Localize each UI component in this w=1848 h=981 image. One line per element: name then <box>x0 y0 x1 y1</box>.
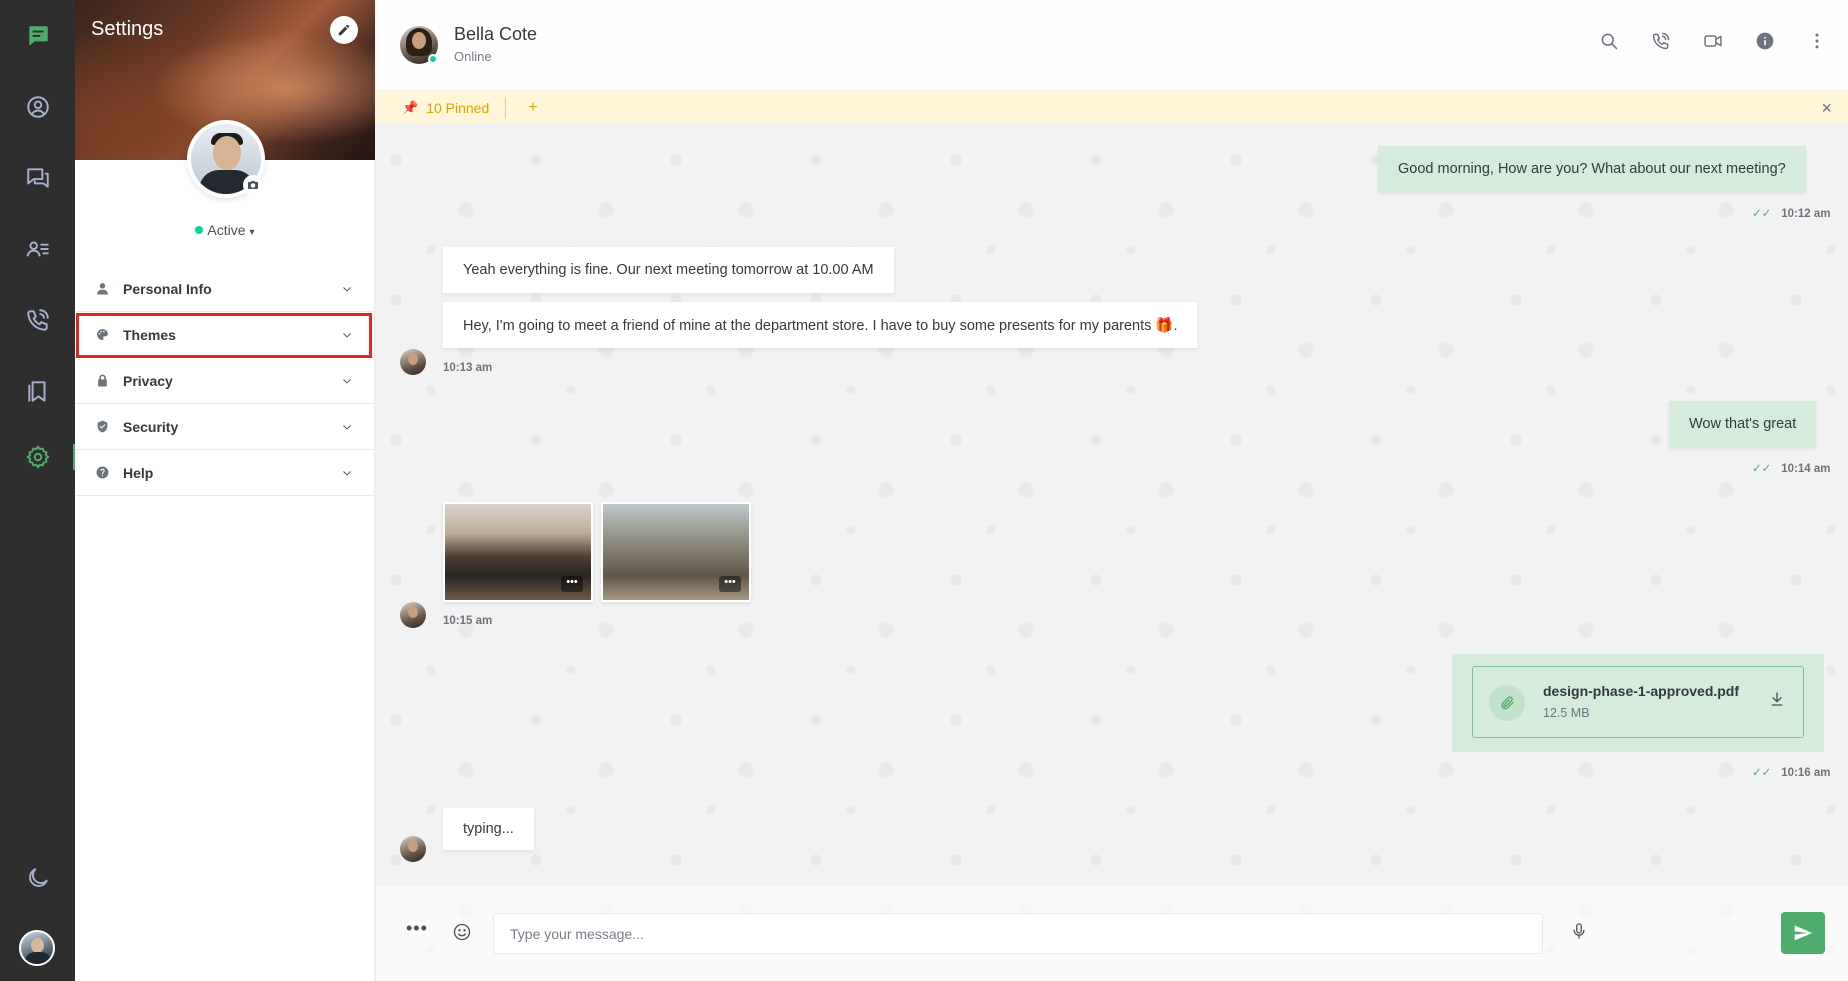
calls-icon[interactable] <box>18 300 58 340</box>
double-check-icon: ✓✓ <box>1752 463 1772 475</box>
contact-avatar-small <box>400 836 426 862</box>
message-composer: ••• <box>376 886 1848 981</box>
incoming-message[interactable]: Hey, I'm going to meet a friend of mine … <box>443 302 1198 348</box>
user-avatar[interactable] <box>19 930 55 966</box>
chevron-down-icon <box>341 282 355 296</box>
contact-status: Online <box>454 49 492 64</box>
outgoing-message[interactable]: Wow that's great <box>1669 401 1817 447</box>
voice-call-button[interactable] <box>1650 30 1672 52</box>
chat-conversation: Bella Cote Online 📌 10 Pinned + × Good m… <box>376 0 1848 981</box>
themes-highlight-box <box>76 313 372 358</box>
message-time: ✓✓ 10:14 am <box>1752 461 1831 475</box>
status-dropdown[interactable]: Active ▾ <box>75 222 375 238</box>
message-input[interactable] <box>493 913 1543 954</box>
outgoing-message[interactable]: Good morning, How are you? What about ou… <box>1378 146 1806 192</box>
double-check-icon: ✓✓ <box>1752 767 1772 779</box>
pencil-icon <box>338 24 350 36</box>
microphone-icon[interactable] <box>1570 922 1592 944</box>
time-label: 10:12 am <box>1781 208 1831 220</box>
contacts-icon[interactable] <box>18 229 58 269</box>
chats-icon[interactable] <box>18 158 58 198</box>
settings-accordion: Personal Info Themes Privacy Security He… <box>75 266 375 496</box>
pinned-messages-bar: 📌 10 Pinned + × <box>376 92 1848 124</box>
time-label: 10:16 am <box>1781 767 1831 779</box>
add-pin-button[interactable]: + <box>528 99 537 117</box>
chevron-down-icon <box>341 374 355 388</box>
status-label: Active <box>207 222 246 238</box>
incoming-message[interactable]: Yeah everything is fine. Our next meetin… <box>443 247 894 293</box>
file-size: 12.5 MB <box>1543 706 1590 720</box>
send-button[interactable] <box>1781 912 1825 954</box>
profile-icon[interactable] <box>18 87 58 127</box>
online-indicator <box>428 54 438 64</box>
chevron-down-icon <box>341 420 355 434</box>
more-horizontal-icon[interactable]: ••• <box>406 918 428 939</box>
contact-avatar-small <box>400 602 426 628</box>
lock-icon <box>95 374 109 388</box>
dark-mode-moon-icon[interactable] <box>18 858 58 898</box>
typing-indicator: typing... <box>443 808 534 850</box>
accordion-label: Help <box>123 464 154 481</box>
settings-title: Settings <box>91 18 164 40</box>
more-horizontal-icon[interactable]: ••• <box>719 576 741 592</box>
divider <box>505 97 507 119</box>
accordion-label: Security <box>123 418 179 435</box>
side-navigation-rail <box>0 0 75 981</box>
more-options-button[interactable] <box>1806 30 1828 52</box>
double-check-icon: ✓✓ <box>1752 208 1772 220</box>
contact-avatar-small <box>400 349 426 375</box>
image-attachment[interactable]: ••• <box>601 502 751 602</box>
settings-gear-icon[interactable] <box>18 437 58 477</box>
settings-panel: Settings Active ▾ Personal Info Themes Pr… <box>75 0 375 981</box>
header-toolbar <box>1598 30 1828 52</box>
contact-name[interactable]: Bella Cote <box>454 24 537 45</box>
time-label: 10:14 am <box>1781 463 1831 475</box>
download-icon[interactable] <box>1769 691 1787 709</box>
send-icon <box>1794 925 1813 941</box>
accordion-label: Privacy <box>123 372 173 389</box>
file-attachment-card[interactable]: design-phase-1-approved.pdf 12.5 MB <box>1472 666 1804 738</box>
close-icon[interactable]: × <box>1821 98 1832 119</box>
chat-header: Bella Cote Online <box>376 0 1848 90</box>
pin-icon: 📌 <box>402 100 419 115</box>
accordion-personal-info[interactable]: Personal Info <box>75 266 375 312</box>
video-camera-icon <box>1704 35 1722 47</box>
info-icon <box>1756 32 1774 50</box>
accordion-privacy[interactable]: Privacy <box>75 358 375 404</box>
help-circle-icon <box>95 466 109 480</box>
chat-logo-icon[interactable] <box>18 16 58 56</box>
edit-cover-button[interactable] <box>330 16 358 44</box>
accordion-help[interactable]: Help <box>75 450 375 496</box>
status-dot <box>195 226 204 234</box>
chevron-down-icon: ▾ <box>249 227 255 238</box>
change-photo-button[interactable] <box>243 175 263 195</box>
paperclip-icon <box>1489 685 1525 721</box>
more-vertical-icon <box>1815 33 1819 49</box>
emoji-icon[interactable] <box>452 922 474 944</box>
outgoing-file-message: design-phase-1-approved.pdf 12.5 MB <box>1452 654 1824 752</box>
user-icon <box>95 282 109 296</box>
phone-call-icon <box>1652 32 1670 50</box>
accordion-label: Personal Info <box>123 280 212 297</box>
shield-icon <box>95 420 109 434</box>
chevron-down-icon <box>341 466 355 480</box>
search-button[interactable] <box>1598 30 1620 52</box>
message-time: 10:15 am <box>443 615 493 627</box>
accordion-security[interactable]: Security <box>75 404 375 450</box>
message-time: ✓✓ 10:16 am <box>1752 765 1831 779</box>
search-icon <box>1601 33 1618 50</box>
file-name: design-phase-1-approved.pdf <box>1543 683 1740 699</box>
image-attachment[interactable]: ••• <box>443 502 593 602</box>
bookmarks-icon[interactable] <box>18 371 58 411</box>
more-horizontal-icon[interactable]: ••• <box>561 576 583 592</box>
message-time: 10:13 am <box>443 362 493 374</box>
camera-icon <box>248 181 258 189</box>
video-call-button[interactable] <box>1702 30 1724 52</box>
pinned-count[interactable]: 10 Pinned <box>426 100 489 116</box>
info-button[interactable] <box>1754 30 1776 52</box>
message-time: ✓✓ 10:12 am <box>1752 206 1831 220</box>
